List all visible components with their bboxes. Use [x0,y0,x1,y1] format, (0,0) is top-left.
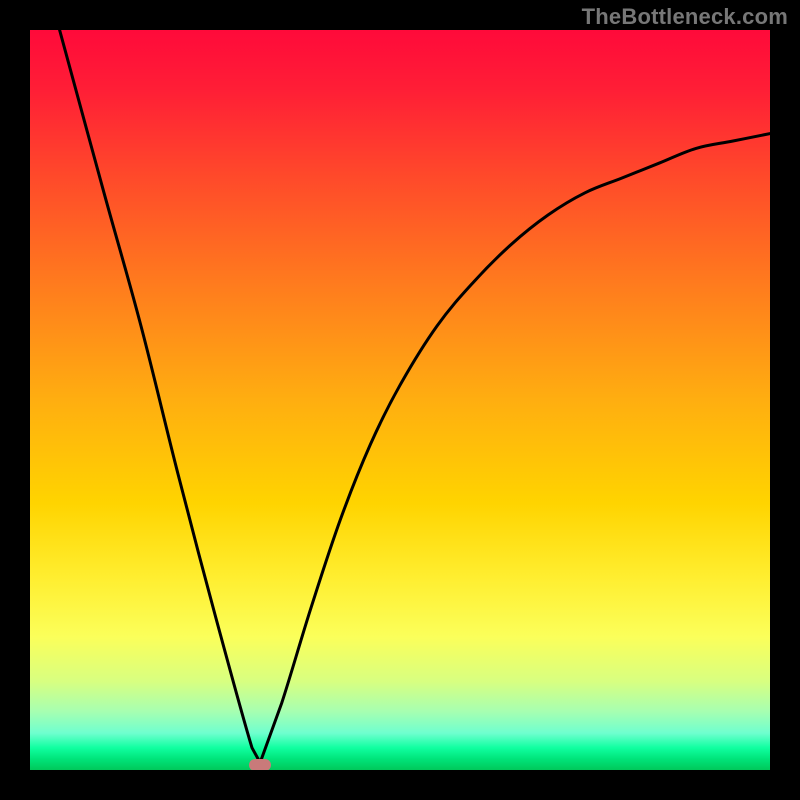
plot-area [30,30,770,770]
chart-frame: TheBottleneck.com [0,0,800,800]
minimum-marker [249,759,271,770]
curve-path [60,30,770,763]
watermark-text: TheBottleneck.com [582,4,788,30]
bottleneck-curve [30,30,770,770]
